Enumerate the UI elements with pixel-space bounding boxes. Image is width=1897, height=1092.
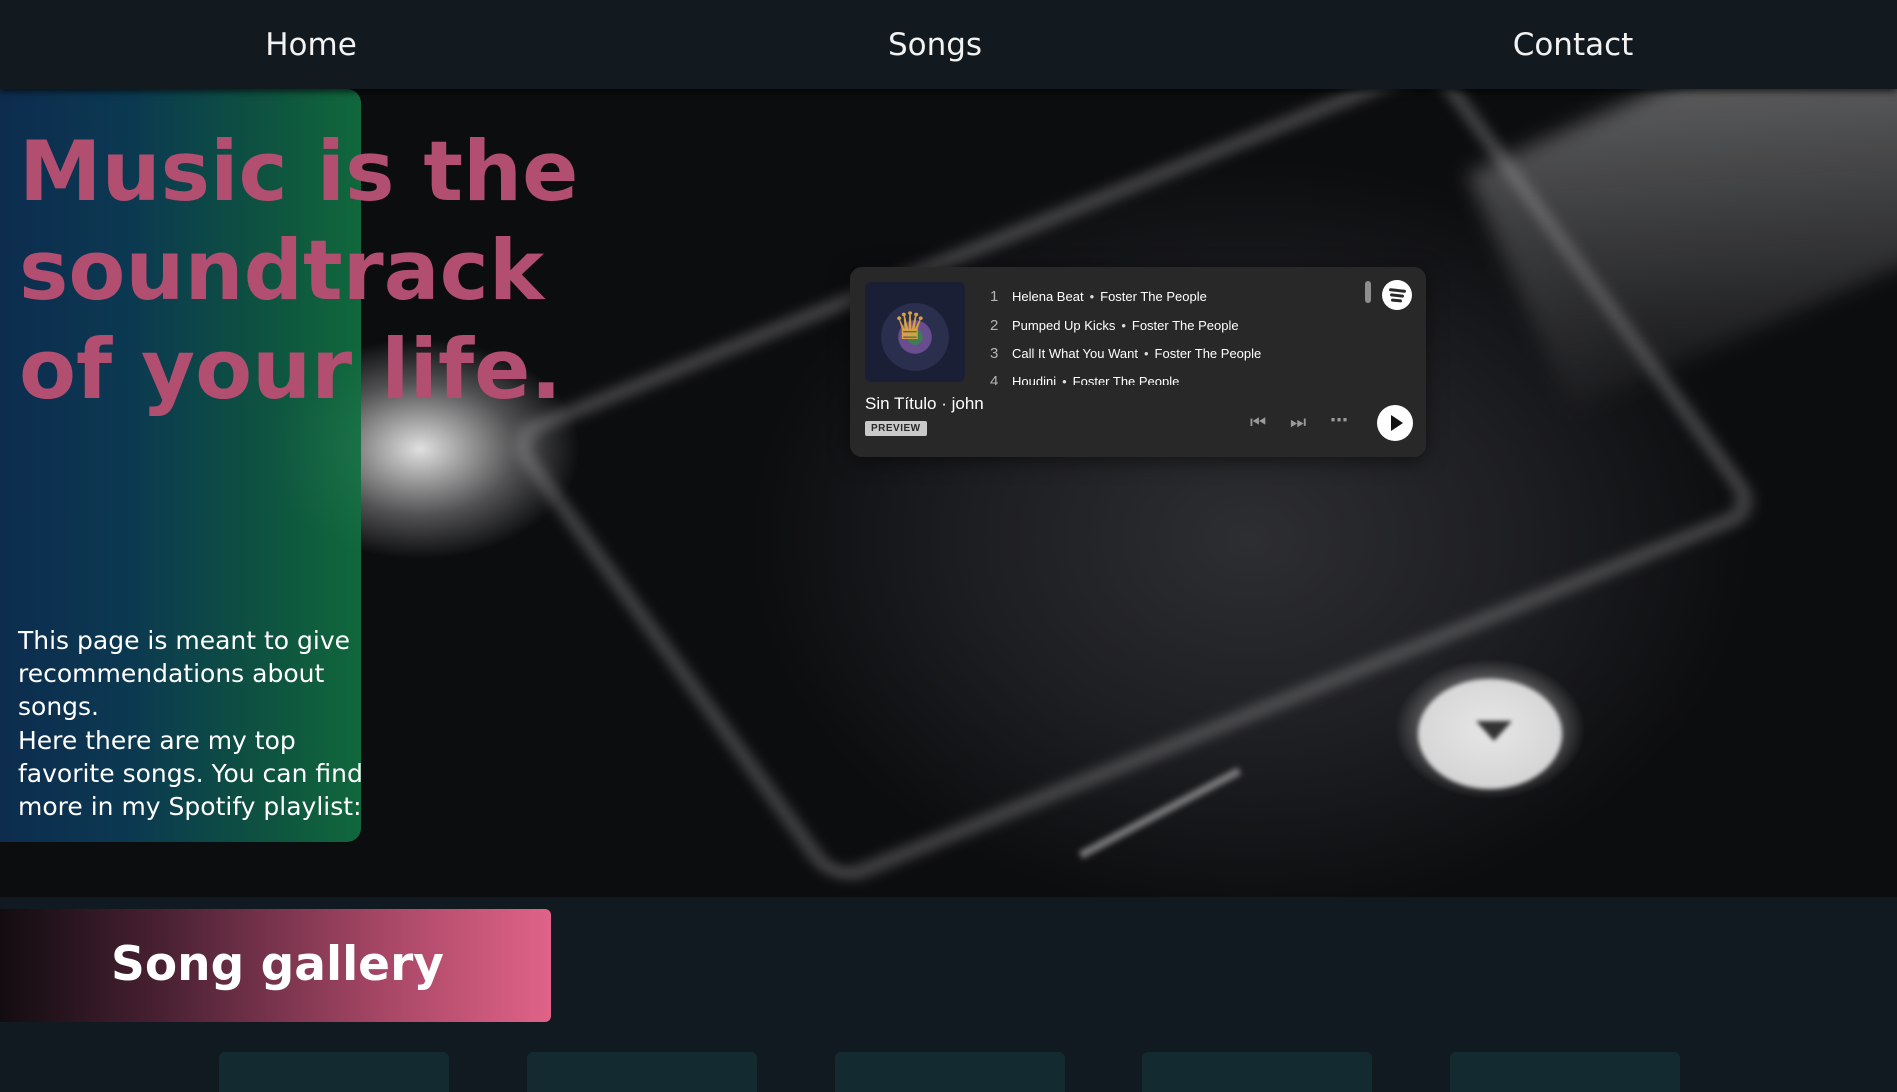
- separator-dot: •: [1143, 345, 1149, 361]
- spotify-playlist-embed[interactable]: ♛ 1 Helena Beat • Foster The People 2 Pu…: [850, 267, 1426, 457]
- nav-home-link[interactable]: Home: [265, 26, 357, 64]
- track-artist: Foster The People: [1154, 345, 1262, 361]
- separator-dot: •: [1089, 288, 1095, 304]
- track-list[interactable]: 1 Helena Beat • Foster The People 2 Pump…: [850, 267, 1410, 386]
- preview-badge: PREVIEW: [865, 421, 927, 436]
- track-title: Pumped Up Kicks: [1012, 317, 1116, 333]
- track-artist: Foster The People: [1100, 288, 1207, 304]
- track-number: 3: [990, 344, 999, 362]
- track-title: Helena Beat: [1012, 288, 1084, 304]
- track-row[interactable]: 3 Call It What You Want • Foster The Peo…: [990, 342, 1261, 364]
- phone-play-button-blurred: [1418, 679, 1562, 789]
- separator-dot: •: [1062, 373, 1067, 386]
- skip-forward-icon[interactable]: ⏭: [1290, 413, 1306, 433]
- top-navigation: Home Songs Contact: [0, 0, 1897, 89]
- more-options-icon[interactable]: ⋯: [1330, 411, 1349, 431]
- track-title: Call It What You Want: [1012, 345, 1138, 361]
- track-artist: Foster The People: [1072, 373, 1180, 386]
- song-gallery-heading: Song gallery: [111, 937, 444, 992]
- nav-contact-link[interactable]: Contact: [1513, 26, 1634, 64]
- song-card[interactable]: [1450, 1052, 1680, 1092]
- track-artist: Foster The People: [1131, 317, 1239, 333]
- track-number: 4: [990, 372, 999, 386]
- skip-back-icon[interactable]: ⏮: [1250, 413, 1266, 433]
- song-card[interactable]: [835, 1052, 1065, 1092]
- playlist-title[interactable]: Sin Título · john: [865, 394, 984, 414]
- tracklist-scrollbar[interactable]: [1365, 281, 1371, 303]
- track-row[interactable]: 4 Houdini • Foster The People: [990, 370, 1180, 386]
- track-number: 2: [990, 316, 999, 334]
- hero-headline: Music is the soundtrack of your life.: [19, 123, 579, 418]
- intro-paragraph-playlist: Here there are my top favorite songs. Yo…: [18, 726, 363, 821]
- track-row[interactable]: 2 Pumped Up Kicks • Foster The People: [990, 314, 1239, 336]
- song-card[interactable]: [1142, 1052, 1372, 1092]
- track-title: Houdini: [1012, 373, 1057, 386]
- separator-dot: •: [1121, 317, 1126, 333]
- intro-paragraph: This page is meant to give recommendatio…: [18, 626, 351, 721]
- song-card[interactable]: [219, 1052, 449, 1092]
- song-card[interactable]: [527, 1052, 757, 1092]
- track-number: 1: [990, 287, 999, 305]
- spotify-logo-icon[interactable]: [1382, 280, 1412, 310]
- phone-slider-blurred: [1078, 767, 1242, 859]
- play-icon[interactable]: [1377, 405, 1413, 441]
- track-row[interactable]: 1 Helena Beat • Foster The People: [990, 285, 1207, 307]
- nav-songs-link[interactable]: Songs: [888, 26, 982, 64]
